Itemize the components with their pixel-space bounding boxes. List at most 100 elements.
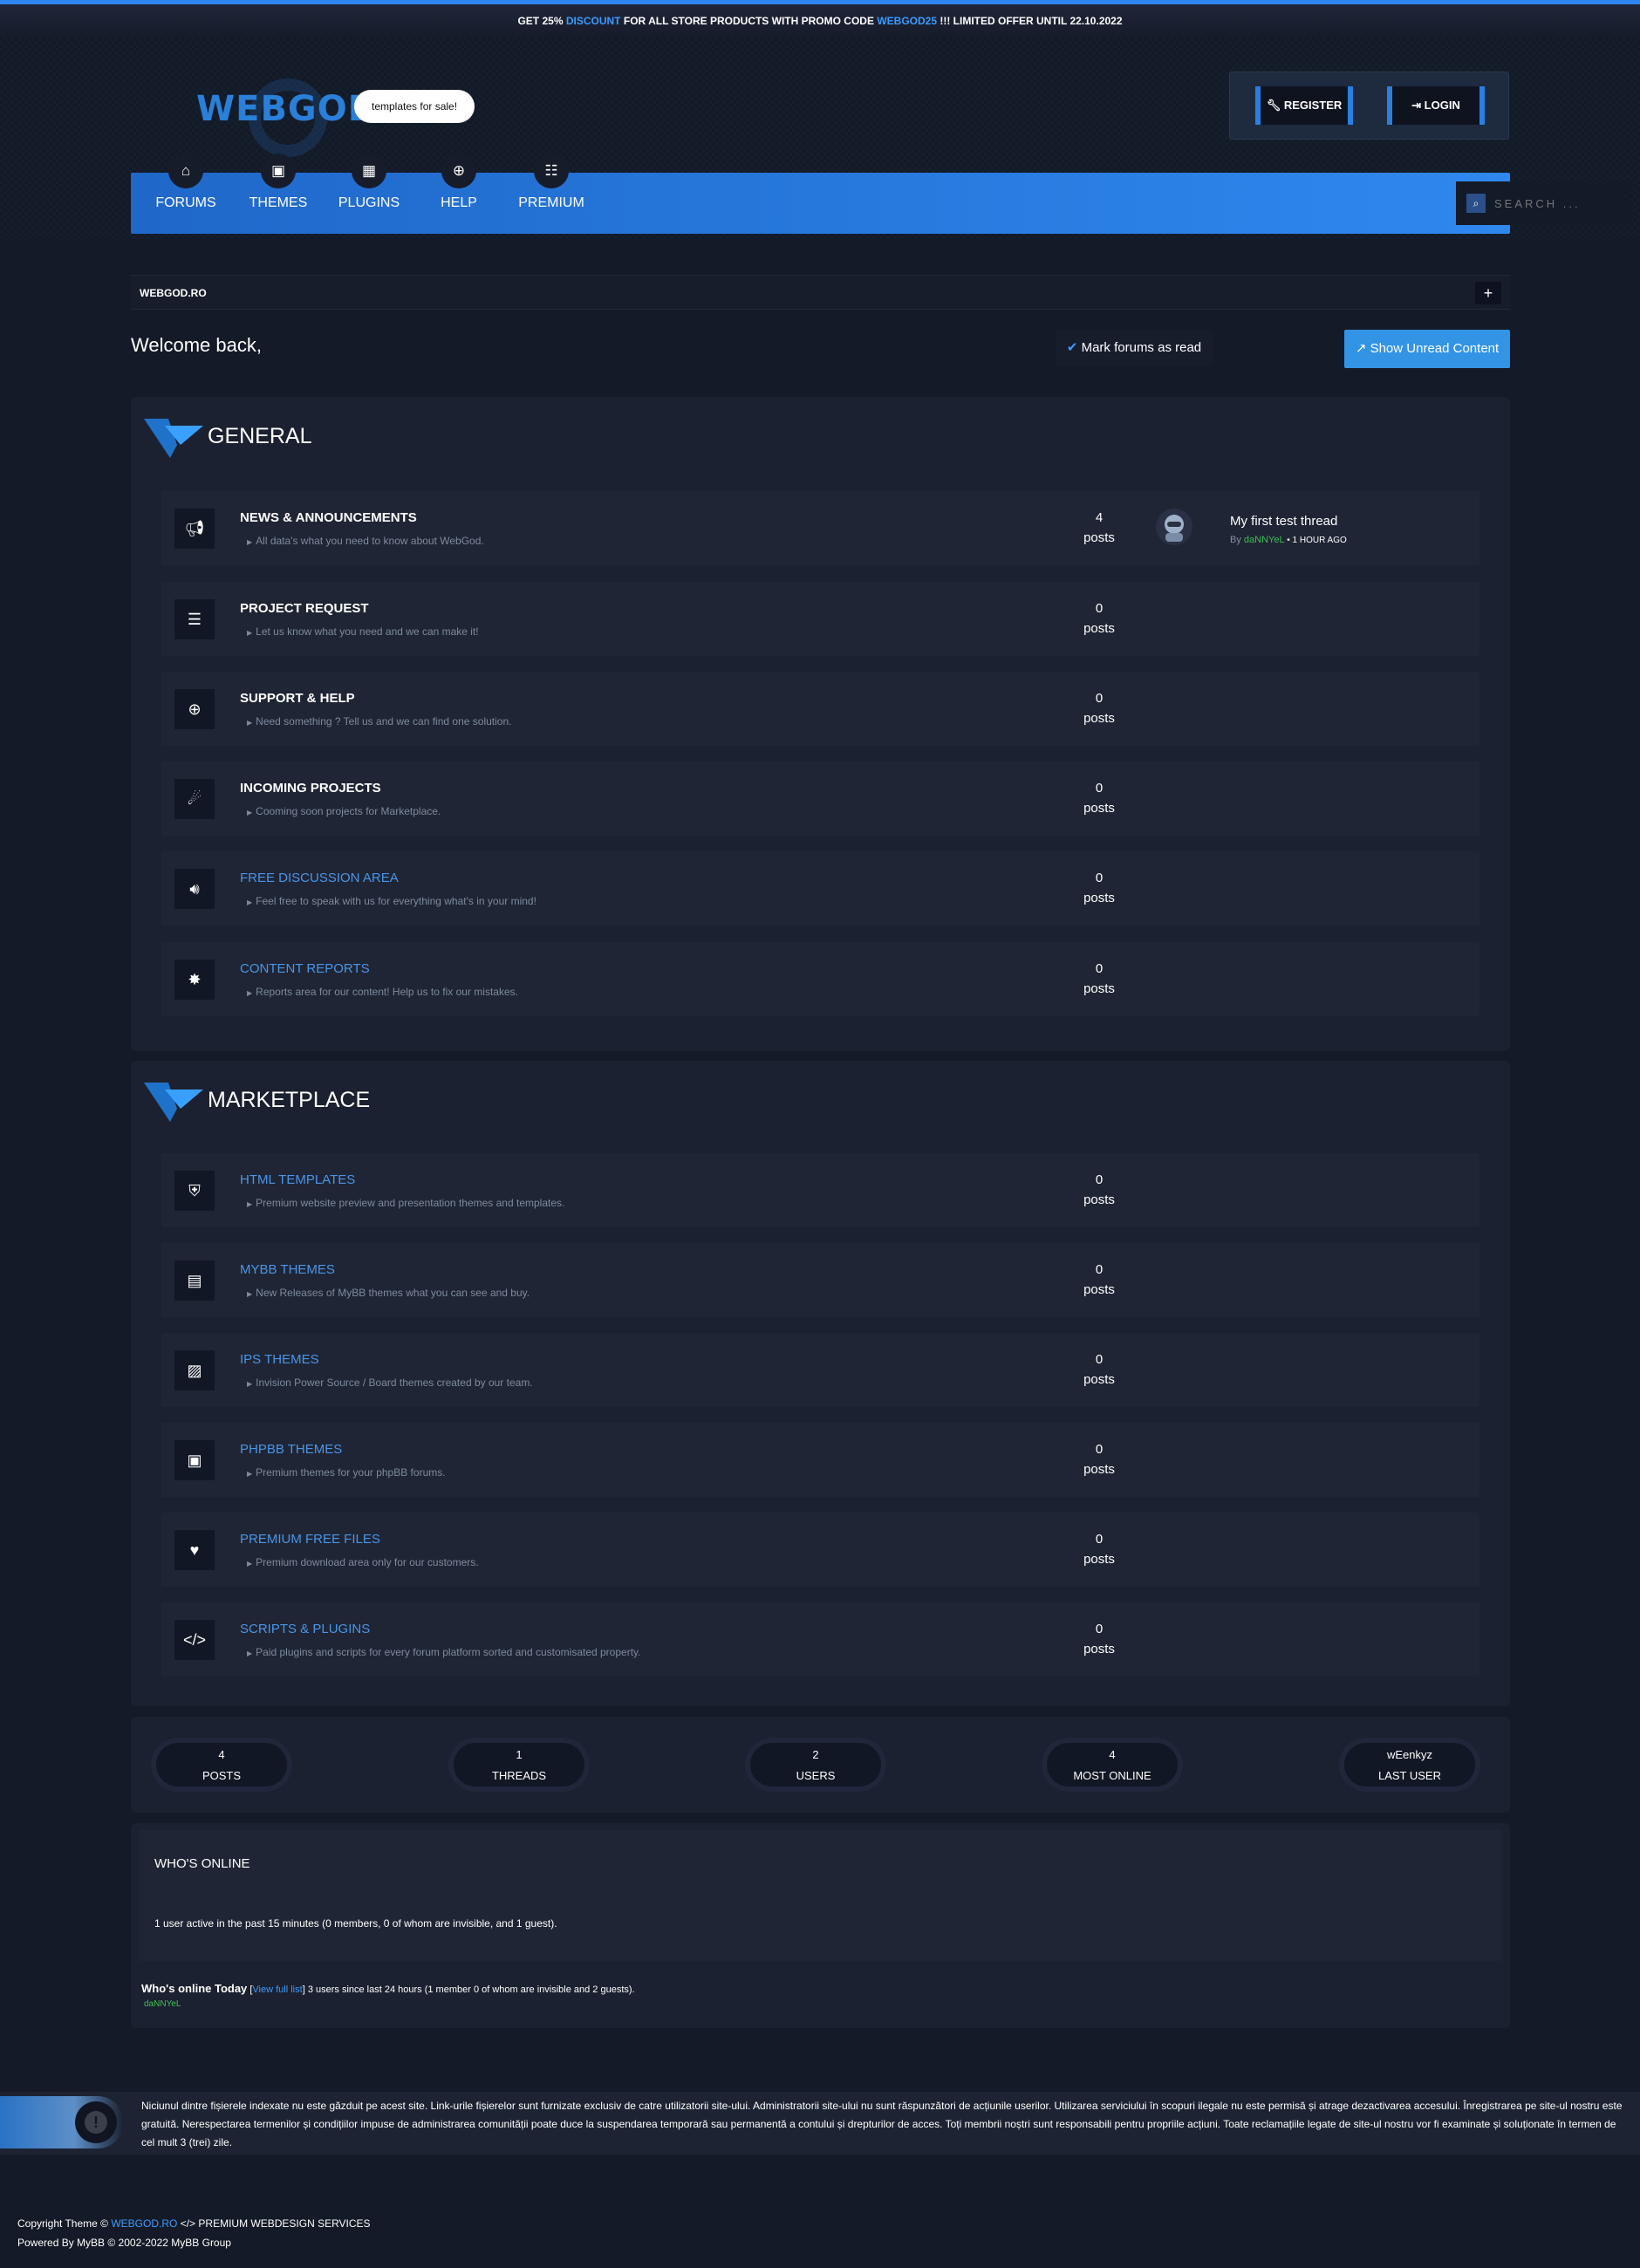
forum-title[interactable]: PREMIUM FREE FILES — [240, 1532, 380, 1547]
nav-label: FORUMS — [155, 195, 216, 210]
site-logo[interactable]: WEBGOD — [196, 79, 377, 157]
footer-powered-by: Powered By MyBB © 2002-2022 MyBB Group — [17, 2237, 231, 2249]
search-input[interactable] — [1493, 181, 1623, 225]
forum-title[interactable]: INCOMING PROJECTS — [240, 781, 381, 796]
forum-post-count: 0 posts — [1083, 781, 1115, 816]
nav-plugins[interactable]: ▦ PLUGINS — [325, 154, 413, 211]
brand-wing-icon — [144, 419, 203, 458]
caret-right-icon: ▶ — [247, 538, 253, 546]
promo-text-1: GET 25% — [517, 15, 564, 27]
forum-post-count: 0 posts — [1083, 1622, 1115, 1657]
last-post-user[interactable]: daNNYeL — [1244, 535, 1284, 545]
forum-row[interactable]: ▨ IPS THEMES ▶ Invision Power Source / Bo… — [161, 1333, 1479, 1407]
login-label: LOGIN — [1424, 99, 1460, 112]
forum-title[interactable]: MYBB THEMES — [240, 1262, 335, 1277]
megaphone-icon: 📢︎ — [174, 509, 215, 549]
forum-title[interactable]: PHPBB THEMES — [240, 1442, 342, 1457]
promo-highlight-discount: DISCOUNT — [565, 15, 621, 27]
view-full-list-link[interactable]: View full list — [252, 1984, 302, 1995]
forum-post-count: 0 posts — [1083, 871, 1115, 905]
disclaimer-toggle[interactable]: ! — [0, 2096, 124, 2148]
check-icon: ✔ — [1066, 340, 1078, 355]
forum-title[interactable]: FREE DISCUSSION AREA — [240, 871, 399, 885]
last-post: My first test thread By daNNYeL • 1 HOUR… — [1156, 509, 1470, 552]
lifebuoy-icon: ⊕ — [441, 154, 476, 188]
promo-text-3: !!! LIMITED OFFER UNTIL 22.10.2022 — [940, 15, 1123, 27]
footer-site-link[interactable]: WEBGOD.RO — [111, 2217, 177, 2230]
images-icon: ▣ — [261, 154, 296, 188]
footer-copyright: Copyright Theme © WEBGOD.RO </> PREMIUM … — [17, 2217, 371, 2230]
login-button[interactable]: ⇥ LOGIN — [1387, 86, 1485, 125]
forum-row[interactable]: ▤ MYBB THEMES ▶ New Releases of MyBB them… — [161, 1243, 1479, 1317]
forum-post-count: 4 posts — [1083, 510, 1115, 545]
caret-right-icon: ▶ — [247, 809, 253, 816]
promo-text-2: FOR ALL STORE PRODUCTS WITH PROMO CODE — [623, 15, 874, 27]
nav-premium[interactable]: ☷ PREMIUM — [508, 154, 595, 211]
forum-title[interactable]: CONTENT REPORTS — [240, 961, 370, 976]
breadcrumb-home-link[interactable]: WEBGOD.RO — [140, 276, 207, 311]
forum-row[interactable]: </> SCRIPTS & PLUGINS ▶ Paid plugins and … — [161, 1602, 1479, 1677]
forum-title[interactable]: SCRIPTS & PLUGINS — [240, 1622, 370, 1636]
forum-row[interactable]: ⛨ HTML TEMPLATES ▶ Premium website previe… — [161, 1153, 1479, 1227]
forum-description: ▶ Reports area for our content! Help us t… — [247, 986, 518, 998]
footer: Copyright Theme © WEBGOD.RO </> PREMIUM … — [0, 2198, 1640, 2268]
forum-post-count: 0 posts — [1083, 601, 1115, 636]
forum-post-count: 0 posts — [1083, 1442, 1115, 1477]
forum-row[interactable]: ▣ PHPBB THEMES ▶ Premium themes for your … — [161, 1423, 1479, 1497]
brand-wing-icon — [144, 1083, 203, 1122]
info-icon: ! — [75, 2101, 117, 2143]
wrench-icon: 🔧︎ — [1266, 99, 1281, 112]
stat-last-user[interactable]: wEenkyz LAST USER — [1344, 1743, 1475, 1786]
nav-help[interactable]: ⊕ HELP — [415, 154, 502, 211]
stat-threads: 1 THREADS — [454, 1743, 584, 1786]
online-today-user[interactable]: daNNYeL — [144, 1999, 181, 2009]
category-title: MARKETPLACE — [208, 1088, 371, 1112]
register-button[interactable]: 🔧︎ REGISTER — [1255, 86, 1353, 125]
forum-title[interactable]: HTML TEMPLATES — [240, 1172, 355, 1187]
last-post-title[interactable]: My first test thread — [1230, 514, 1337, 529]
forum-row[interactable]: ✸ CONTENT REPORTS ▶ Reports area for our … — [161, 942, 1479, 1016]
forum-title[interactable]: PROJECT REQUEST — [240, 601, 369, 616]
home-icon: ⌂ — [168, 154, 203, 188]
forum-row[interactable]: ⊕ SUPPORT & HELP ▶ Need something ? Tell … — [161, 672, 1479, 746]
forum-row[interactable]: ☰ PROJECT REQUEST ▶ Let us know what you … — [161, 582, 1479, 656]
online-title: WHO'S ONLINE — [154, 1856, 250, 1871]
show-unread-button[interactable]: ↗ Show Unread Content — [1344, 330, 1510, 368]
volume-icon: 🔊︎ — [174, 869, 215, 909]
forum-title[interactable]: NEWS & ANNOUNCEMENTS — [240, 510, 417, 525]
category-general: GENERAL 📢︎ NEWS & ANNOUNCEMENTS ▶ All dat… — [131, 397, 1510, 1051]
external-link-icon: ↗ — [1355, 341, 1367, 356]
welcome-text: Welcome back, — [131, 334, 262, 356]
search-icon[interactable]: ⌕ — [1466, 194, 1486, 213]
nav-themes[interactable]: ▣ THEMES — [235, 154, 322, 211]
stat-most-online: 4 MOST ONLINE — [1047, 1743, 1178, 1786]
last-post-meta: By daNNYeL • 1 HOUR AGO — [1230, 535, 1347, 545]
forum-row[interactable]: 🔊︎ FREE DISCUSSION AREA ▶ Feel free to sp… — [161, 851, 1479, 926]
caret-right-icon: ▶ — [247, 1560, 253, 1568]
stat-posts: 4 POSTS — [156, 1743, 287, 1786]
forum-post-count: 0 posts — [1083, 691, 1115, 726]
nav-forums[interactable]: ⌂ FORUMS — [142, 154, 229, 211]
main-nav: ⌂ FORUMS ▣ THEMES ▦ PLUGINS ⊕ HELP ☷ PRE… — [131, 154, 1630, 234]
register-label: REGISTER — [1283, 99, 1343, 112]
forum-row[interactable]: ☄ INCOMING PROJECTS ▶ Cooming soon projec… — [161, 762, 1479, 836]
forum-title[interactable]: IPS THEMES — [240, 1352, 319, 1367]
avatar[interactable] — [1156, 509, 1192, 545]
forum-row[interactable]: ♥ PREMIUM FREE FILES ▶ Premium download a… — [161, 1513, 1479, 1587]
mark-read-label: Mark forums as read — [1081, 340, 1202, 355]
expand-toggle-button[interactable]: + — [1475, 282, 1501, 304]
promo-banner: GET 25% DISCOUNT FOR ALL STORE PRODUCTS … — [0, 4, 1640, 38]
last-post-time: 1 HOUR AGO — [1292, 536, 1347, 545]
forum-title[interactable]: SUPPORT & HELP — [240, 691, 355, 706]
grid-icon: ▦ — [352, 154, 386, 188]
nav-label: PREMIUM — [518, 195, 584, 210]
code-icon: </> — [180, 2217, 196, 2230]
forum-post-count: 0 posts — [1083, 961, 1115, 996]
nav-label: THEMES — [249, 195, 308, 210]
caret-right-icon: ▶ — [247, 719, 253, 727]
file-image-icon: ▨ — [174, 1350, 215, 1390]
mark-forums-read-button[interactable]: ✔ Mark forums as read — [1056, 330, 1213, 366]
caret-right-icon: ▶ — [247, 1200, 253, 1208]
forum-row[interactable]: 📢︎ NEWS & ANNOUNCEMENTS ▶ All data's what… — [161, 491, 1479, 565]
breadcrumb: WEBGOD.RO + — [131, 275, 1510, 310]
